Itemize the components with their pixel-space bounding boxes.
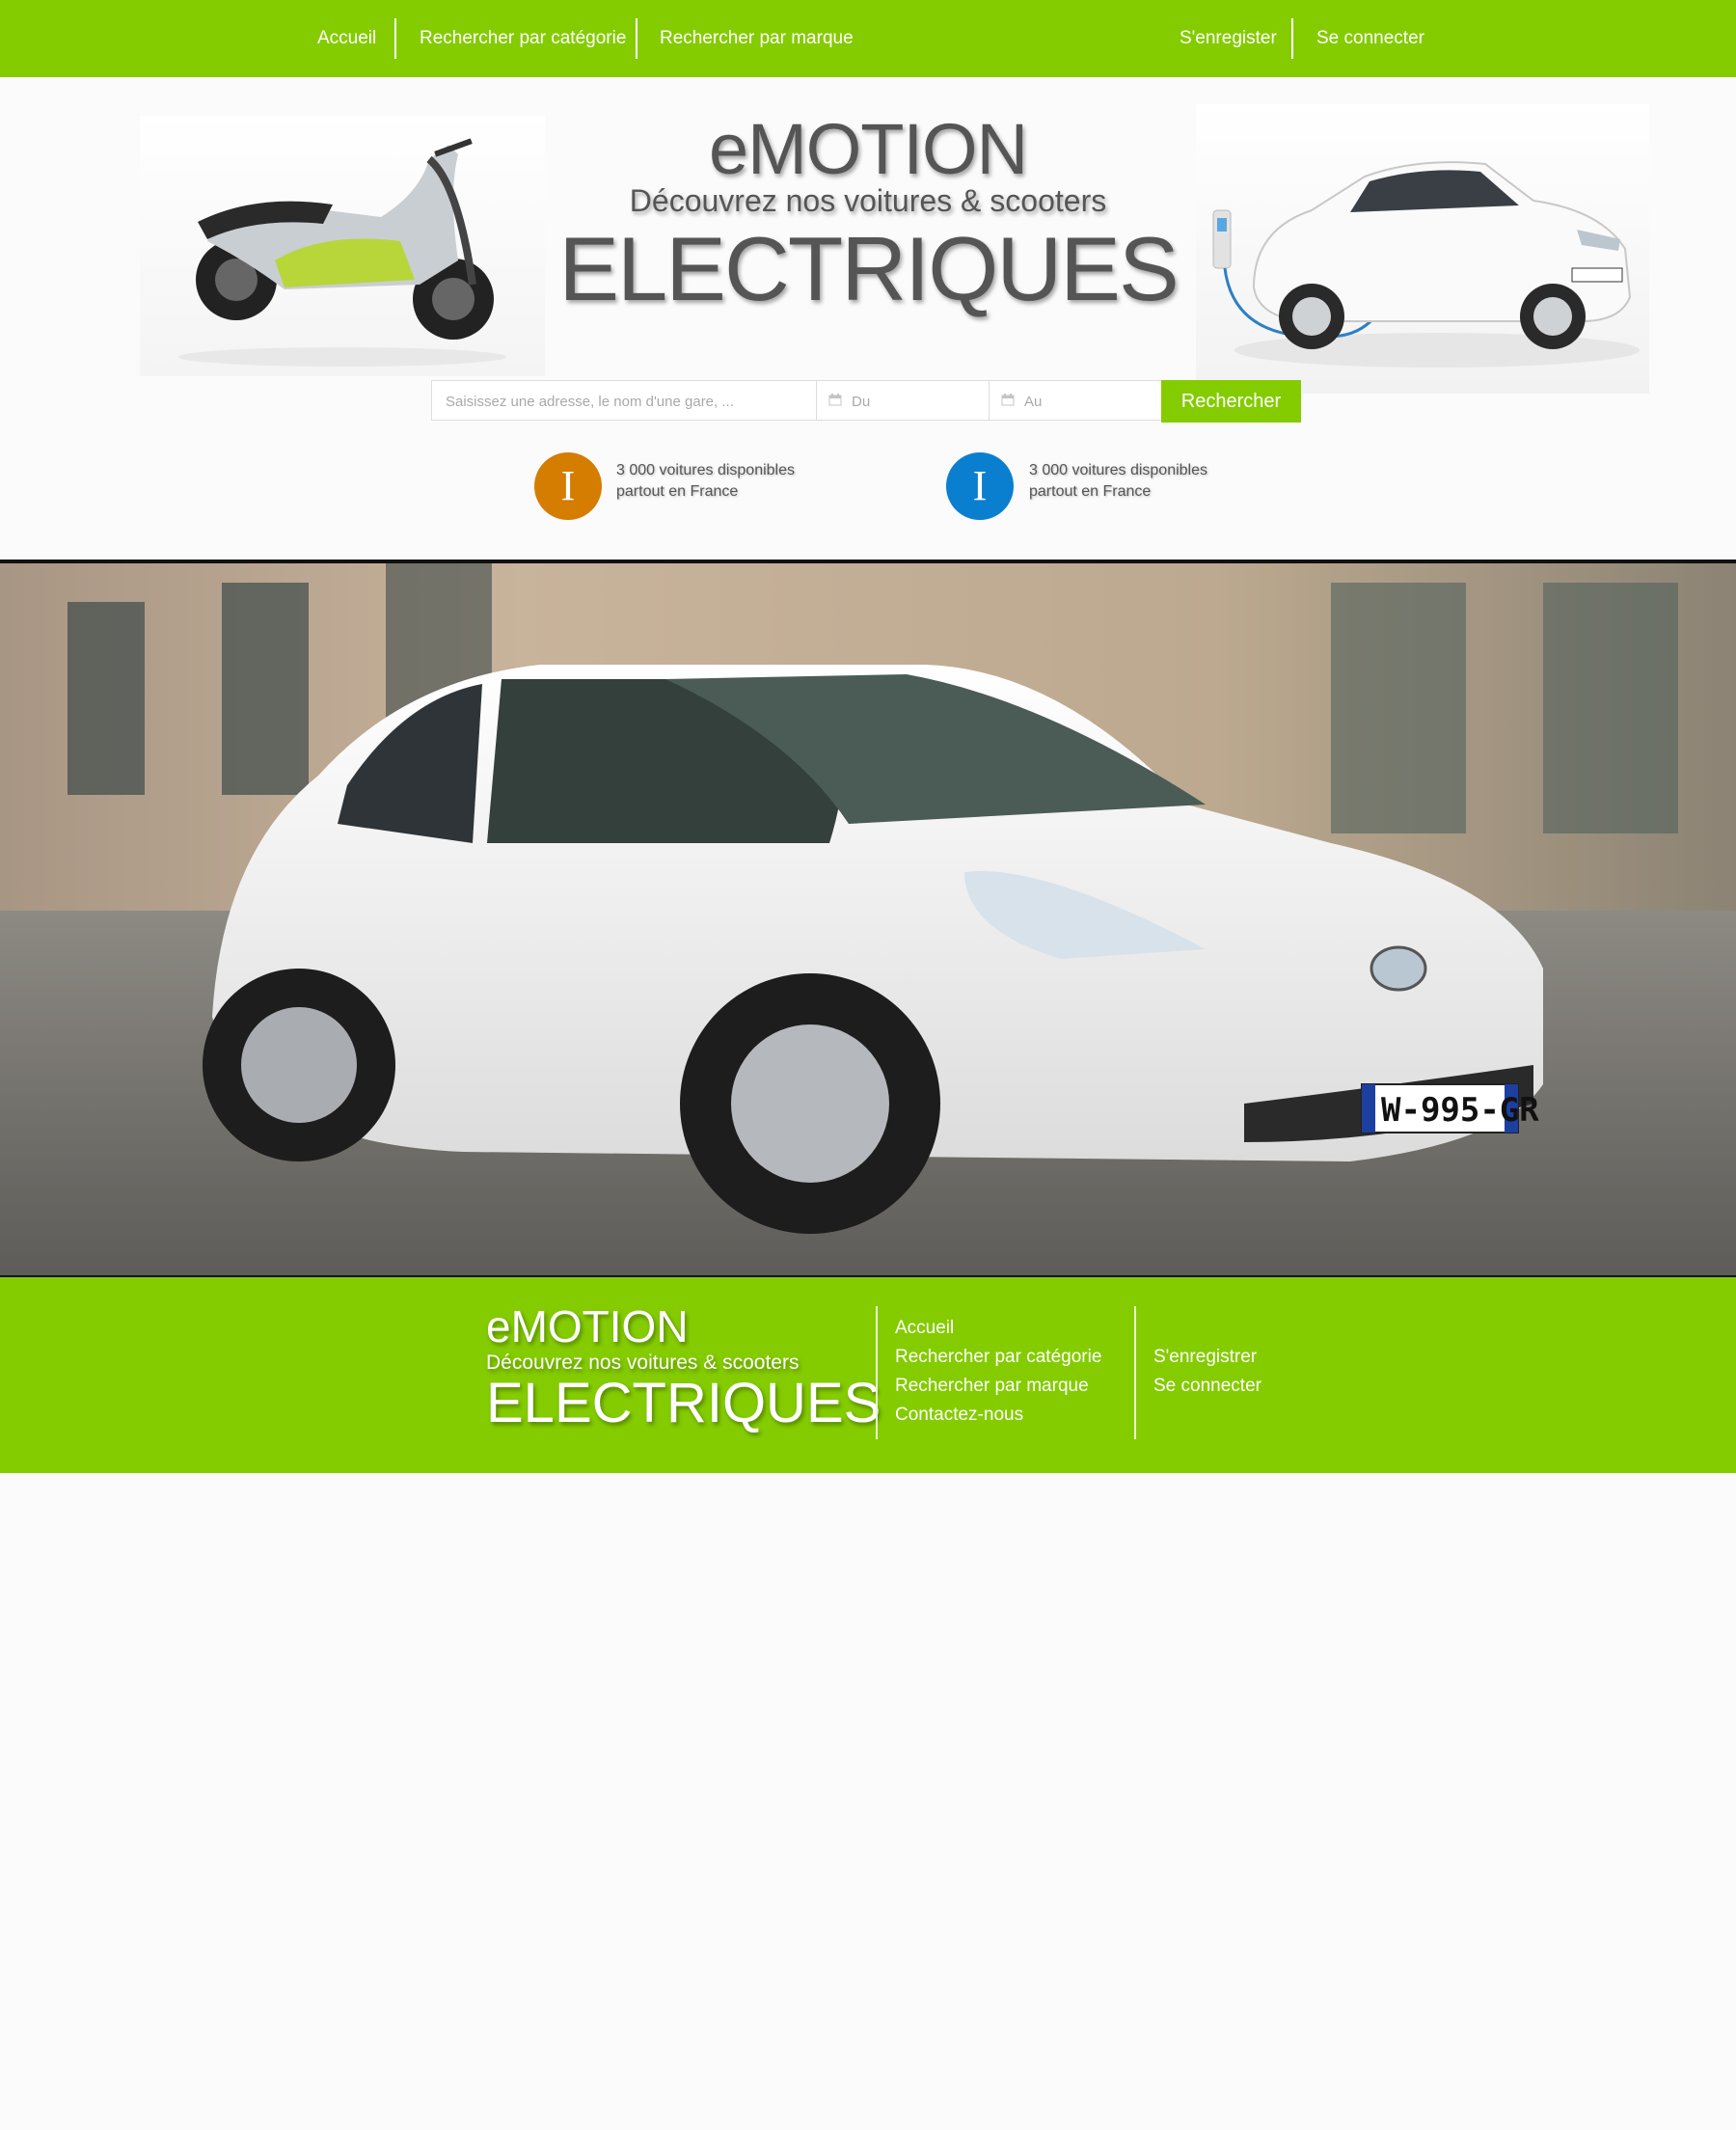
info-badge-line: partout en France — [616, 483, 739, 500]
calendar-icon — [828, 382, 842, 423]
from-date-field-wrapper — [816, 380, 990, 423]
info-badge-blue-icon: I — [946, 452, 1014, 520]
nav-divider — [1291, 18, 1293, 59]
info-badge-line: partout en France — [1029, 483, 1152, 500]
footer-brand-subtitle: ELECTRIQUES — [486, 1372, 882, 1434]
footer-divider — [876, 1306, 878, 1439]
hero-brand-tagline: Découvrez nos voitures & scooters — [629, 183, 1107, 218]
info-badge-text: 3 000 voitures disponibles partout en Fr… — [616, 460, 809, 503]
footer-search-by-brand-link[interactable]: Rechercher par marque — [895, 1376, 1089, 1397]
footer-divider — [1134, 1306, 1136, 1439]
info-badge-text: 3 000 voitures disponibles partout en Fr… — [1029, 460, 1222, 503]
top-navigation-bar: Accueil Rechercher par catégorie Recherc… — [0, 0, 1736, 77]
footer-register-link[interactable]: S'enregistrer — [1153, 1347, 1257, 1368]
white-electric-car-photo: W-995-GR — [0, 560, 1736, 1277]
nav-divider — [394, 18, 396, 59]
address-search-input[interactable] — [444, 381, 820, 422]
footer-login-link[interactable]: Se connecter — [1153, 1376, 1261, 1397]
info-badge-line: 3 000 voitures disponibles — [1029, 462, 1208, 478]
nav-login-link[interactable]: Se connecter — [1316, 0, 1424, 77]
hero-brand-subtitle: ELECTRIQUES — [558, 218, 1179, 319]
nav-divider — [636, 18, 637, 59]
nav-register-link[interactable]: S'enregister — [1180, 0, 1277, 77]
footer-search-by-category-link[interactable]: Rechercher par catégorie — [895, 1347, 1101, 1368]
calendar-icon — [1001, 382, 1015, 423]
to-date-field-wrapper — [989, 380, 1162, 423]
nav-search-by-category-link[interactable]: Rechercher par catégorie — [420, 0, 626, 77]
info-badge-line: 3 000 voitures disponibles — [616, 462, 796, 478]
to-date-input[interactable] — [1022, 381, 1152, 422]
footer-contact-link[interactable]: Contactez-nous — [895, 1405, 1023, 1426]
footer-brand-title: eMOTION — [486, 1301, 689, 1352]
footer: eMOTION Découvrez nos voitures & scooter… — [0, 1277, 1736, 1473]
footer-home-link[interactable]: Accueil — [895, 1318, 954, 1339]
nav-search-by-brand-link[interactable]: Rechercher par marque — [660, 0, 854, 77]
info-badge-orange-icon: I — [534, 452, 602, 520]
hero-brand-title: eMOTION — [708, 109, 1028, 189]
license-plate-text: W-995-GR — [1381, 1091, 1539, 1130]
nav-home-link[interactable]: Accueil — [317, 0, 376, 77]
address-field-wrapper — [431, 380, 820, 422]
from-date-input[interactable] — [850, 381, 979, 422]
search-button[interactable]: Rechercher — [1161, 380, 1301, 423]
